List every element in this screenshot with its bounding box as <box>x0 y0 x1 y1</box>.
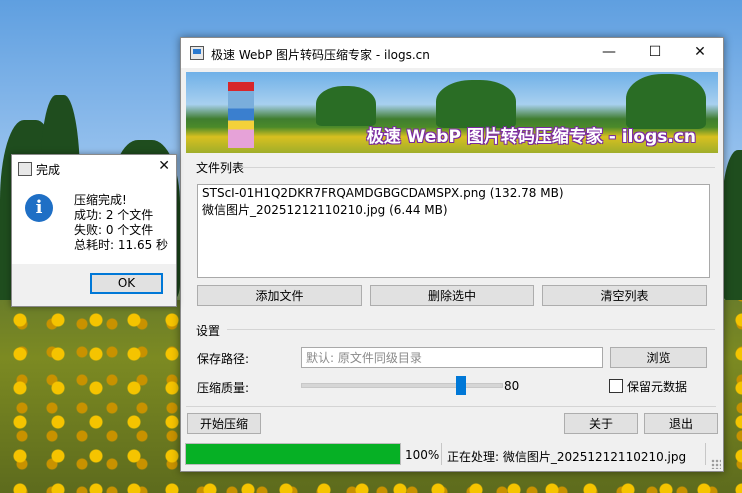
status-text: 正在处理: 微信图片_20251212110210.jpg <box>447 450 687 464</box>
completion-dialog: 完成 ✕ i 压缩完成! 成功: 2 个文件 失败: 0 个文件 总耗时: 11… <box>11 154 177 307</box>
file-list-label: 文件列表 <box>196 161 245 175</box>
dialog-message-line: 压缩完成! <box>74 193 127 207</box>
dialog-app-icon <box>18 162 32 176</box>
list-item[interactable]: 微信图片_20251212110210.jpg (6.44 MB) <box>198 202 709 219</box>
dialog-title-bar[interactable]: 完成 ✕ <box>12 155 176 181</box>
about-button[interactable]: 关于 <box>564 413 638 434</box>
save-path-input[interactable] <box>301 347 603 368</box>
title-bar[interactable]: 极速 WebP 图片转码压缩专家 - ilogs.cn — ☐ ✕ <box>181 38 723 68</box>
settings-label: 设置 <box>196 324 221 338</box>
clear-list-button[interactable]: 清空列表 <box>542 285 707 306</box>
window-title: 极速 WebP 图片转码压缩专家 - ilogs.cn <box>211 48 430 62</box>
progress-percent: 100% <box>405 448 440 462</box>
file-listbox[interactable]: STScI-01H1Q2DKR7FRQAMDGBGCDAMSPX.png (13… <box>197 184 710 278</box>
quality-slider-thumb[interactable] <box>456 376 466 395</box>
main-window: 极速 WebP 图片转码压缩专家 - ilogs.cn — ☐ ✕ 极速 Web… <box>180 37 724 472</box>
quality-label: 压缩质量: <box>197 381 250 395</box>
app-icon <box>190 46 204 60</box>
keep-metadata-label[interactable]: 保留元数据 <box>627 378 687 395</box>
close-button[interactable]: ✕ <box>677 38 723 68</box>
save-path-label: 保存路径: <box>197 352 250 366</box>
progress-fill <box>186 444 400 464</box>
quality-slider-track[interactable] <box>301 383 503 388</box>
progress-bar <box>185 443 401 465</box>
maximize-button[interactable]: ☐ <box>632 38 678 68</box>
browse-button[interactable]: 浏览 <box>610 347 707 368</box>
info-icon: i <box>25 194 53 222</box>
dialog-close-button[interactable]: ✕ <box>158 158 170 174</box>
minimize-button[interactable]: — <box>586 38 632 68</box>
tower-illustration <box>228 82 254 148</box>
ok-button[interactable]: OK <box>90 273 163 294</box>
add-file-button[interactable]: 添加文件 <box>197 285 362 306</box>
dialog-message-line: 总耗时: 11.65 秒 <box>74 238 169 252</box>
exit-button[interactable]: 退出 <box>644 413 718 434</box>
keep-metadata-checkbox[interactable] <box>609 379 623 393</box>
dialog-message-line: 成功: 2 个文件 <box>74 208 154 222</box>
delete-selected-button[interactable]: 删除选中 <box>370 285 534 306</box>
start-compress-button[interactable]: 开始压缩 <box>187 413 261 434</box>
list-item[interactable]: STScI-01H1Q2DKR7FRQAMDGBGCDAMSPX.png (13… <box>198 185 709 202</box>
banner-text: 极速 WebP 图片转码压缩专家 - ilogs.cn <box>366 127 696 147</box>
dialog-message-line: 失败: 0 个文件 <box>74 223 154 237</box>
dialog-title: 完成 <box>36 163 61 177</box>
dialog-body: i 压缩完成! 成功: 2 个文件 失败: 0 个文件 总耗时: 11.65 秒 <box>12 181 176 264</box>
quality-value: 80 <box>504 379 520 393</box>
banner-image: 极速 WebP 图片转码压缩专家 - ilogs.cn <box>186 72 718 153</box>
resize-grip[interactable] <box>711 459 721 469</box>
